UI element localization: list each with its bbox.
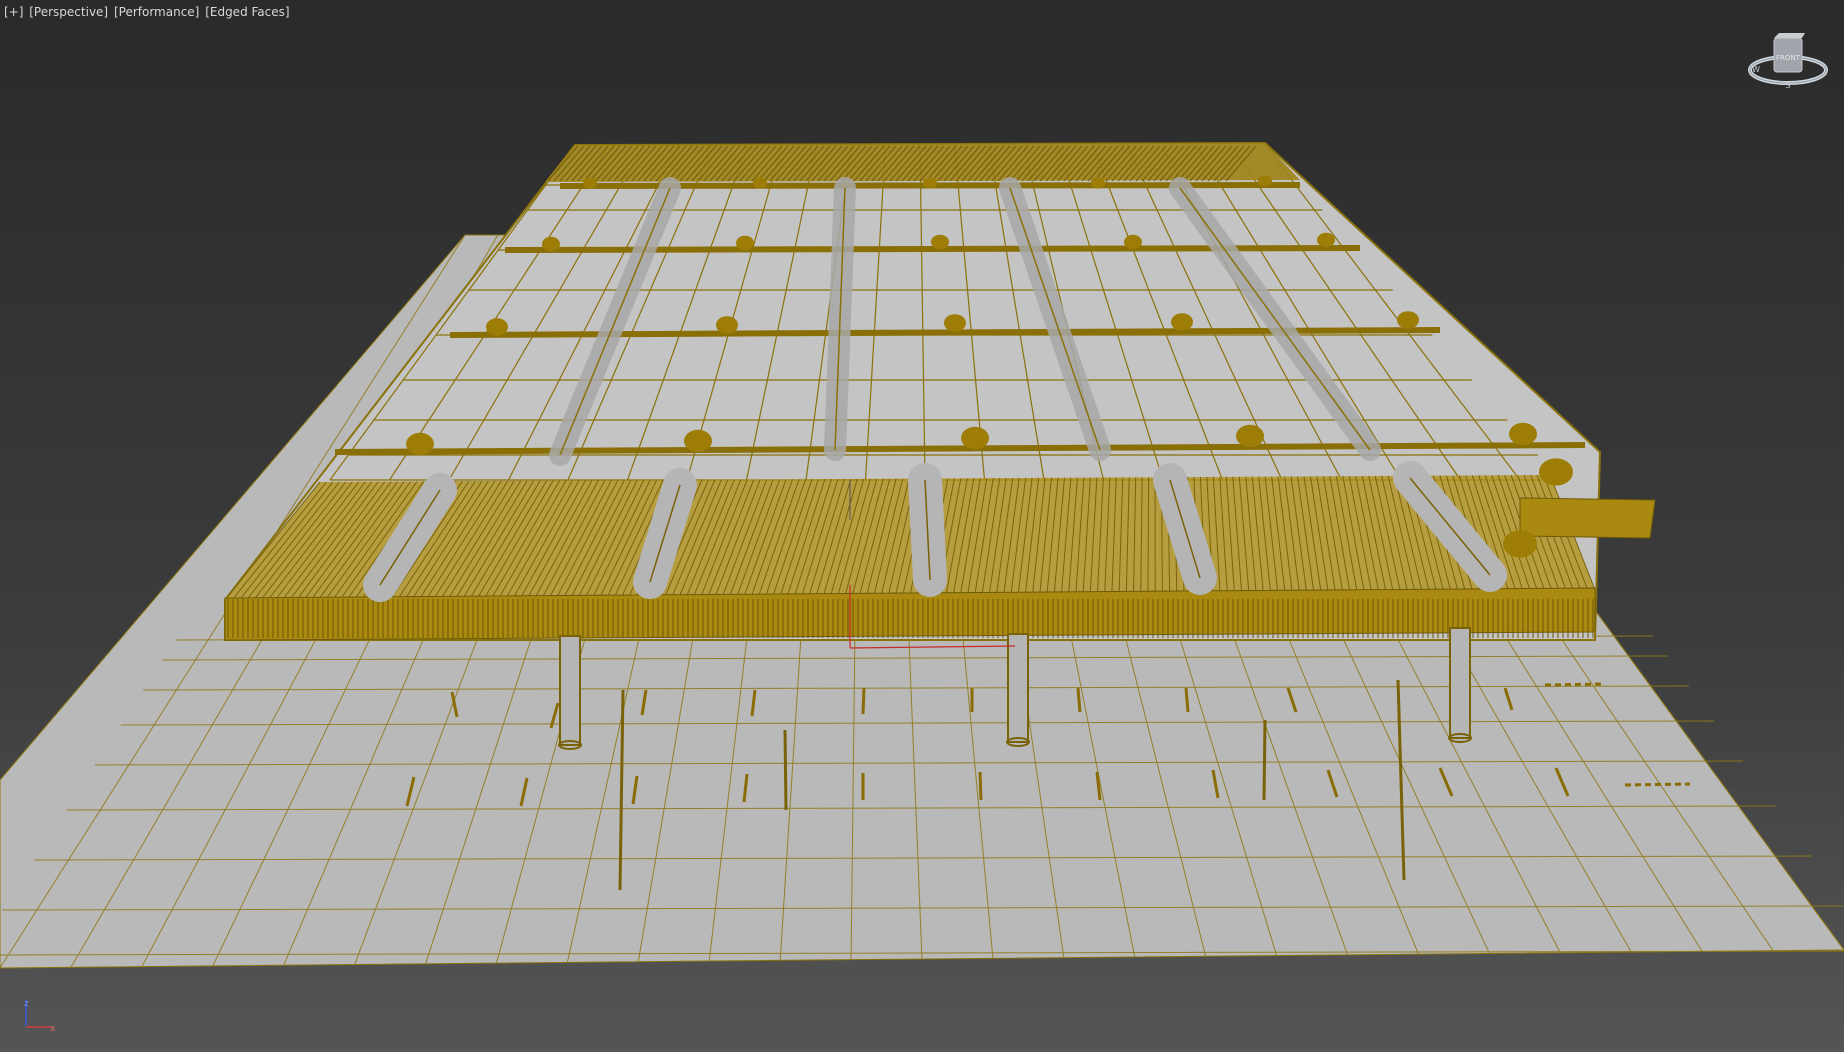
lamp — [1236, 424, 1264, 448]
parking-line — [1076, 687, 1082, 713]
lamp — [542, 236, 560, 252]
lamp — [684, 429, 712, 453]
lamp — [1397, 311, 1419, 329]
lamp — [1317, 232, 1335, 248]
lamp — [961, 426, 989, 450]
lamp — [944, 314, 966, 332]
lamp — [1503, 530, 1537, 558]
lamp — [486, 318, 508, 336]
lamp — [923, 177, 937, 189]
light-pole — [783, 729, 788, 811]
viewcube-face-label[interactable]: FRONT — [1776, 54, 1801, 62]
scene-view[interactable]: FRONT S W z x — [0, 0, 1844, 1052]
lamp — [716, 316, 738, 334]
light-pole — [1262, 719, 1267, 801]
lamp — [1171, 313, 1193, 331]
lamp — [931, 234, 949, 250]
lamp — [1258, 175, 1272, 187]
svg-text:S: S — [1785, 81, 1790, 90]
lamp — [736, 235, 754, 251]
parking-line — [978, 771, 983, 801]
svg-text:W: W — [1752, 65, 1760, 74]
column — [559, 635, 581, 746]
axis-x-label: x — [50, 1024, 56, 1034]
lamp — [1124, 234, 1142, 250]
parking-line — [861, 687, 866, 715]
lamp — [1091, 177, 1105, 189]
axis-tripod: z x — [24, 999, 56, 1034]
lamp — [406, 432, 434, 456]
perspective-viewport[interactable]: [+] [Perspective] [Performance] [Edged F… — [0, 0, 1844, 1052]
lamp — [1509, 422, 1537, 446]
column — [1007, 633, 1029, 743]
lamp — [1539, 458, 1573, 486]
parking-line — [1184, 687, 1190, 713]
lamp — [583, 177, 597, 189]
viewcube[interactable]: FRONT S W — [1748, 33, 1828, 90]
column — [1449, 627, 1471, 739]
axis-z-label: z — [24, 999, 29, 1009]
lamp — [753, 177, 767, 189]
